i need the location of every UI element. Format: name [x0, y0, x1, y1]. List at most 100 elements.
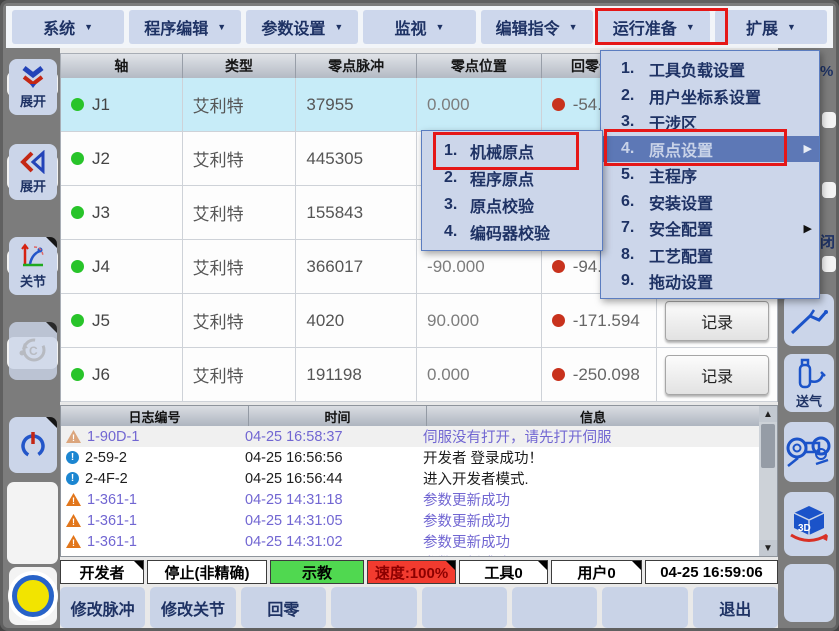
tool-badge[interactable]: 工具0 [459, 560, 548, 584]
run-state-badge: 停止(非精确) [147, 560, 267, 584]
sidebar-button-edge [822, 112, 836, 128]
info-icon: ! [66, 472, 79, 485]
menu-label: 扩展 [746, 15, 778, 39]
sidebar-spacer [7, 482, 58, 564]
log-col-id: 日志编号 [61, 406, 249, 426]
menu-item-safety-config[interactable]: 7.安全配置▶ [601, 215, 819, 242]
exit-button[interactable]: 退出 [693, 587, 778, 628]
info-icon: ! [66, 451, 79, 464]
log-row[interactable]: !2-59-2 04-25 16:56:56 开发者 登录成功！ [61, 447, 777, 468]
log-row[interactable]: !2-4F-2 04-25 16:56:44 进入开发者模式. [61, 468, 777, 489]
run-prepare-menu: 1.工具负载设置 2.用户坐标系设置 3.干涉区 4.原点设置▶ 5.主程序 6… [600, 50, 820, 299]
user-frame-badge[interactable]: 用户0 [551, 560, 642, 584]
menu-system[interactable]: 系统▼ [12, 10, 124, 44]
menu-monitor[interactable]: 监视 ▼ [363, 10, 475, 44]
menu-item-process-config[interactable]: 8.工艺配置 [601, 242, 819, 269]
axis-status-dot [71, 314, 84, 327]
annotation-box-origin-settings [604, 129, 787, 166]
sidebar-button-edge [822, 182, 836, 198]
empty-button[interactable] [602, 587, 687, 628]
wire-feeder-button[interactable] [784, 422, 834, 482]
annotation-box-mechanical-origin [433, 132, 579, 170]
3d-view-icon: 3D [787, 502, 831, 546]
record-button[interactable]: 记录 [665, 355, 769, 395]
axis-name: J3 [92, 203, 110, 223]
home-button[interactable]: 回零 [241, 587, 326, 628]
log-header: 日志编号 时间 信息 [61, 406, 777, 426]
menu-item-drag-settings[interactable]: 9.拖动设置 [601, 268, 819, 295]
empty-side-button[interactable] [784, 564, 834, 622]
user-mode-badge[interactable]: 开发者 [60, 560, 144, 584]
speed-badge[interactable]: 速度:100% [367, 560, 456, 584]
record-cell: 记录 [657, 294, 777, 347]
log-row[interactable]: !1-361-1 04-25 14:31:18 参数更新成功 [61, 489, 777, 510]
gas-supply-button[interactable]: 送气 [784, 354, 834, 412]
deadman-button[interactable] [9, 567, 57, 625]
log-scrollbar[interactable]: ▲ ▼ [759, 406, 777, 556]
chevron-down-icon: ▼ [436, 22, 445, 32]
view-3d-button[interactable]: 3D [784, 492, 834, 556]
menu-edit-instruction[interactable]: 编辑指令▼ [481, 10, 593, 44]
log-col-time: 时间 [249, 406, 427, 426]
wire-feeder-icon [786, 432, 832, 472]
expand-left-button[interactable]: 展开 [9, 144, 57, 200]
axis-name: J2 [92, 149, 110, 169]
pulse-cell: 191198 [296, 348, 417, 401]
zero-pos-cell: 90.000 [417, 294, 542, 347]
home-status-dot [552, 260, 565, 273]
log-row[interactable]: !1-361-1 04-25 14:31:05 参数更新成功 [61, 510, 777, 531]
empty-button[interactable] [422, 587, 507, 628]
joint-coord-button[interactable]: 关节 [9, 237, 57, 295]
empty-button[interactable] [512, 587, 597, 628]
menu-label: 程序编辑 [144, 15, 208, 39]
menu-param-settings[interactable]: 参数设置▼ [246, 10, 358, 44]
menu-item-install-settings[interactable]: 6.安装设置 [601, 189, 819, 216]
log-row[interactable]: !1-361-1 04-25 14:31:02 参数更新成功 [61, 531, 777, 552]
axis-cell: J4 [61, 240, 183, 293]
axis-row-j5[interactable]: J5 艾利特 4020 90.000 -171.594 记录 [61, 294, 777, 348]
axis-cell: J3 [61, 186, 183, 239]
teach-mode-badge: 示教 [270, 560, 364, 584]
axis-row-j6[interactable]: J6 艾利特 191198 0.000 -250.098 记录 [61, 348, 777, 402]
joint-label: 关节 [20, 271, 46, 290]
menu-program-edit[interactable]: 程序编辑 ▼ [129, 10, 241, 44]
expand-down-button[interactable]: 展开 [9, 59, 57, 115]
pulse-cell: 4020 [296, 294, 417, 347]
col-header-axis: 轴 [61, 54, 183, 78]
menu-extend[interactable]: 扩展▼ [715, 10, 827, 44]
menu-label: 监视 [395, 15, 427, 39]
cycle-mode-button[interactable]: C [9, 322, 57, 380]
axis-cell: J2 [61, 132, 183, 185]
menu-item-tool-load-settings[interactable]: 1.工具负载设置 [601, 56, 819, 83]
type-cell: 艾利特 [183, 240, 297, 293]
scrollbar-thumb[interactable] [761, 424, 775, 468]
empty-button[interactable] [331, 587, 416, 628]
scroll-up-icon[interactable]: ▲ [759, 406, 777, 422]
torch-button[interactable] [784, 294, 834, 346]
axis-cell: J5 [61, 294, 183, 347]
power-button[interactable] [9, 417, 57, 473]
bottom-toolbar: 修改脉冲 修改关节 回零 退出 [60, 587, 778, 628]
log-row[interactable]: !1-90D-1 04-25 16:58:37 伺服没有打开，请先打开伺服 [61, 426, 777, 447]
scroll-down-icon[interactable]: ▼ [759, 540, 777, 556]
axis-status-dot [71, 206, 84, 219]
axis-name: J4 [92, 257, 110, 277]
axis-status-dot [71, 368, 84, 381]
chevron-down-icon: ▼ [84, 22, 93, 32]
home-pos-cell: -171.594 [542, 294, 658, 347]
submenu-item-encoder-check[interactable]: 4.编码器校验 [422, 218, 602, 245]
zero-pos-cell: 0.000 [417, 348, 542, 401]
type-cell: 艾利特 [183, 186, 297, 239]
warning-icon: ! [66, 493, 81, 506]
chevron-down-icon: ▼ [217, 22, 226, 32]
cycle-mode-icon: C [18, 335, 48, 367]
record-button[interactable]: 记录 [665, 301, 769, 341]
modify-joint-button[interactable]: 修改关节 [150, 587, 235, 628]
pulse-cell: 445305 [296, 132, 417, 185]
type-cell: 艾利特 [183, 78, 297, 131]
submenu-item-origin-check[interactable]: 3.原点校验 [422, 191, 602, 218]
warning-icon: ! [66, 535, 81, 548]
modify-pulse-button[interactable]: 修改脉冲 [60, 587, 145, 628]
left-sidebar: 展开 展开 关节 C [6, 48, 60, 628]
menu-item-user-coord-settings[interactable]: 2.用户坐标系设置 [601, 83, 819, 110]
